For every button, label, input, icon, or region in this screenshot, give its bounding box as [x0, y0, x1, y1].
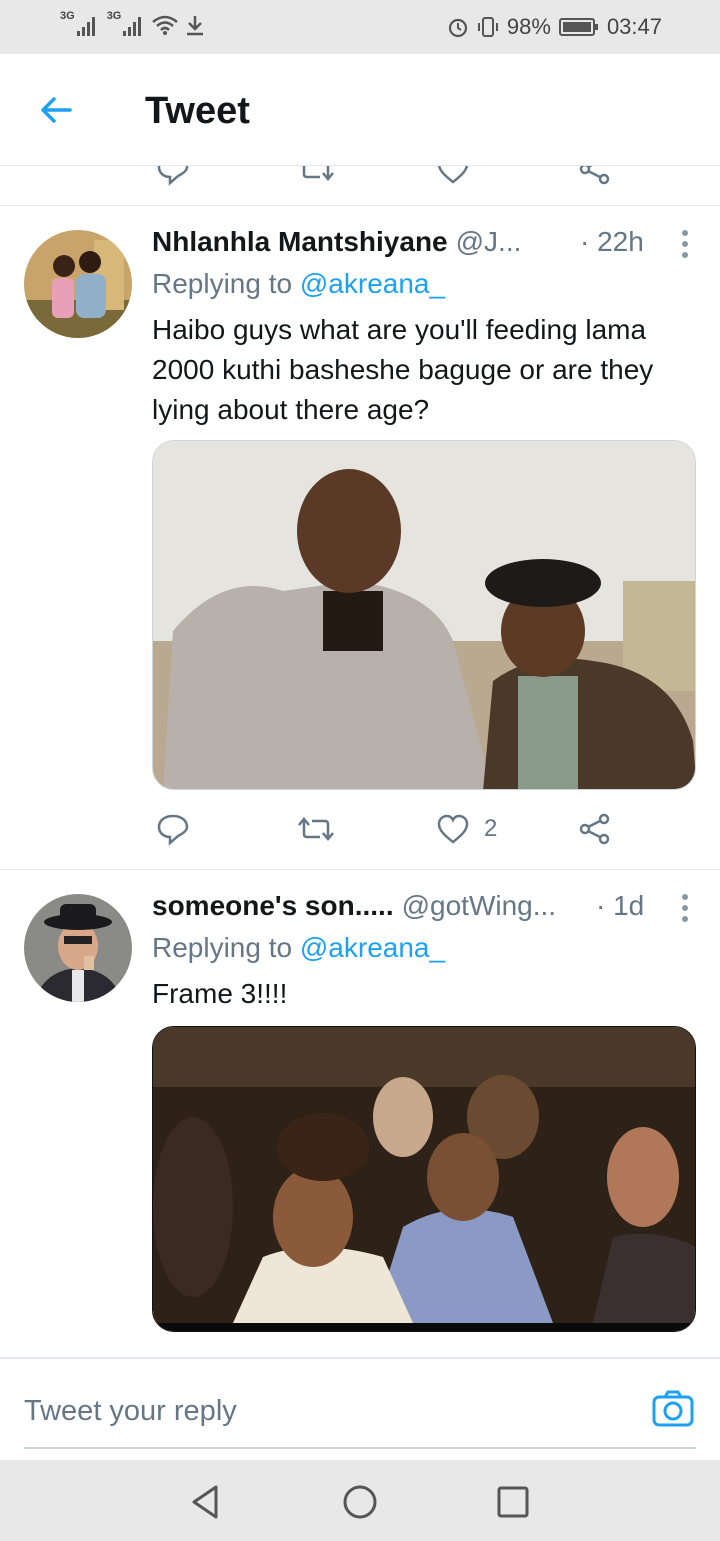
- app-bar: Tweet: [0, 54, 720, 166]
- reply-input-underline: [24, 1447, 696, 1449]
- tweet-header: Nhlanhla Mantshiyane @J...: [152, 226, 521, 258]
- status-right: 98% 03:47: [447, 14, 662, 40]
- author-name[interactable]: Nhlanhla Mantshiyane: [152, 226, 448, 258]
- author-name[interactable]: someone's son.....: [152, 890, 394, 922]
- tweet-time: · 22h: [580, 226, 644, 257]
- reply-icon[interactable]: [156, 166, 190, 186]
- tweet-actions: 2: [152, 812, 692, 852]
- tweet[interactable]: someone's son..... @gotWing... · 1d Repl…: [0, 870, 720, 1358]
- clock: 03:47: [606, 14, 662, 39]
- back-arrow-icon[interactable]: [36, 90, 76, 130]
- battery-icon: [558, 18, 598, 36]
- nav-home-icon[interactable]: [340, 1482, 380, 1522]
- like-action[interactable]: 2: [436, 812, 497, 846]
- reply-action[interactable]: [156, 812, 190, 846]
- tweet[interactable]: Nhlanhla Mantshiyane @J... · 22h Replyin…: [0, 206, 720, 870]
- more-icon[interactable]: [680, 894, 690, 924]
- status-bar: 3G 3G 98% 03:47: [0, 0, 720, 54]
- nav-back-icon[interactable]: [186, 1482, 226, 1522]
- replying-to-link[interactable]: @akreana_: [300, 932, 445, 963]
- signal-icon: [76, 14, 95, 36]
- network-type-1: 3G: [60, 10, 75, 22]
- tweet-photo: [153, 441, 695, 789]
- reply-input[interactable]: Tweet your reply: [24, 1395, 237, 1428]
- avatar-photo: [24, 230, 132, 338]
- reply-icon[interactable]: [156, 812, 190, 846]
- reply-bar: Tweet your reply: [0, 1358, 720, 1460]
- nav-recents-icon[interactable]: [493, 1482, 533, 1522]
- author-handle[interactable]: @gotWing...: [402, 890, 556, 922]
- like-icon[interactable]: [436, 812, 470, 846]
- avatar[interactable]: [24, 894, 132, 1002]
- more-icon[interactable]: [680, 230, 690, 260]
- replying-to: Replying to @akreana_: [152, 268, 445, 300]
- like-count: 2: [484, 815, 498, 842]
- share-icon[interactable]: [578, 166, 612, 186]
- avatar-photo: [24, 894, 132, 1002]
- tweet-time: · 1d: [596, 890, 645, 921]
- status-left: 3G 3G: [60, 10, 205, 36]
- network-type-2: 3G: [106, 10, 122, 22]
- signal-icon: [123, 14, 142, 36]
- previous-tweet-actions: [0, 166, 720, 206]
- retweet-action[interactable]: [296, 812, 336, 846]
- like-icon[interactable]: [436, 166, 470, 186]
- avatar[interactable]: [24, 230, 132, 338]
- retweet-icon[interactable]: [296, 166, 336, 186]
- vibrate-icon: [477, 17, 498, 37]
- battery-percent: 98%: [506, 14, 551, 39]
- tweet-image[interactable]: [152, 1026, 696, 1332]
- tweet-text: Frame 3!!!!: [152, 978, 288, 1009]
- retweet-icon[interactable]: [296, 812, 336, 846]
- replying-to-link[interactable]: @akreana_: [300, 268, 445, 299]
- replying-prefix: Replying to: [152, 932, 300, 963]
- page-title: Tweet: [145, 90, 250, 132]
- system-nav-bar: [0, 1460, 720, 1541]
- tweet-image[interactable]: [152, 440, 696, 790]
- tweet-photo: [153, 1027, 695, 1331]
- camera-icon[interactable]: [652, 1389, 694, 1429]
- share-icon[interactable]: [578, 812, 612, 846]
- tweet-header: someone's son..... @gotWing...: [152, 890, 556, 922]
- wifi-icon: [152, 15, 179, 35]
- tweet-text: Haibo guys what are you'll feeding lama …: [152, 314, 654, 425]
- replying-prefix: Replying to: [152, 268, 300, 299]
- share-action[interactable]: [578, 812, 612, 846]
- replying-to: Replying to @akreana_: [152, 932, 445, 964]
- alarm-icon: [448, 18, 467, 38]
- download-icon: [187, 16, 204, 36]
- author-handle[interactable]: @J...: [456, 226, 522, 258]
